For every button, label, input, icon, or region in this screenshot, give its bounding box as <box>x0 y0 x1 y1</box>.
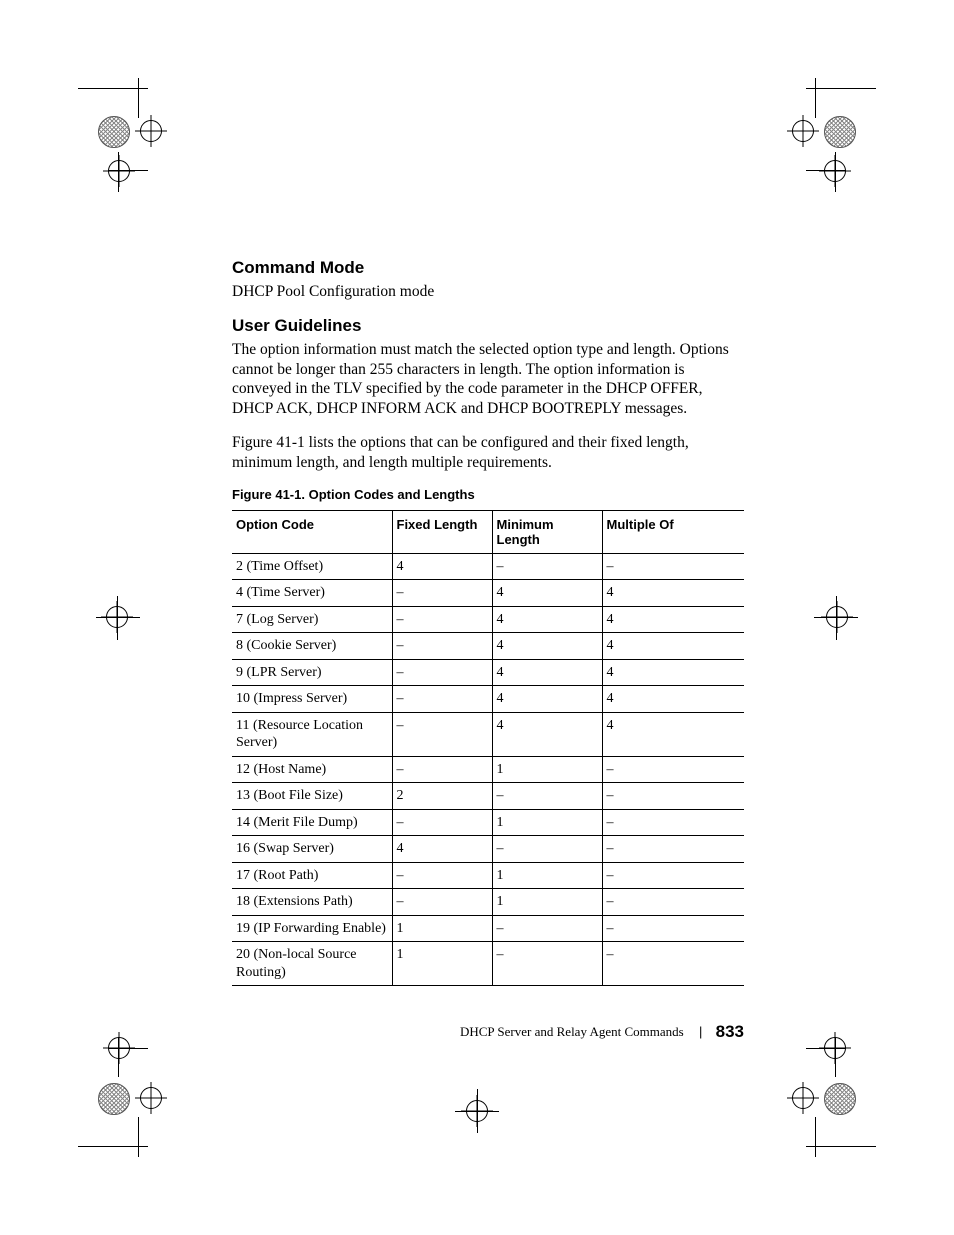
table-cell: 17 (Root Path) <box>232 862 392 889</box>
table-cell: 8 (Cookie Server) <box>232 633 392 660</box>
table-cell: – <box>492 915 602 942</box>
footer-section-title: DHCP Server and Relay Agent Commands <box>460 1024 684 1039</box>
table-cell: 1 <box>492 809 602 836</box>
footer-separator: | <box>699 1024 702 1039</box>
table-cell: 4 <box>492 712 602 756</box>
table-row: 4 (Time Server)–44 <box>232 580 744 607</box>
table-row: 9 (LPR Server)–44 <box>232 659 744 686</box>
table-cell: 14 (Merit File Dump) <box>232 809 392 836</box>
table-cell: 4 <box>602 712 744 756</box>
table-cell: 7 (Log Server) <box>232 606 392 633</box>
table-row: 16 (Swap Server)4–– <box>232 836 744 863</box>
table-cell: 4 <box>492 606 602 633</box>
table-row: 14 (Merit File Dump)–1– <box>232 809 744 836</box>
th-option-code: Option Code <box>232 510 392 553</box>
figure-caption: Figure 41-1. Option Codes and Lengths <box>232 487 744 502</box>
table-cell: 10 (Impress Server) <box>232 686 392 713</box>
page-footer: DHCP Server and Relay Agent Commands | 8… <box>460 1022 744 1042</box>
table-cell: – <box>602 836 744 863</box>
table-cell: – <box>602 862 744 889</box>
table-cell: 2 (Time Offset) <box>232 553 392 580</box>
text-user-guidelines-1: The option information must match the se… <box>232 340 744 419</box>
table-row: 11 (Resource Location Server)–44 <box>232 712 744 756</box>
table-cell: 4 <box>392 553 492 580</box>
table-row: 10 (Impress Server)–44 <box>232 686 744 713</box>
table-row: 20 (Non-local Source Routing)1–– <box>232 942 744 986</box>
table-cell: – <box>392 809 492 836</box>
table-cell: – <box>602 553 744 580</box>
table-cell: – <box>602 809 744 836</box>
table-cell: 9 (LPR Server) <box>232 659 392 686</box>
table-cell: 4 <box>492 686 602 713</box>
text-command-mode: DHCP Pool Configuration mode <box>232 282 744 302</box>
table-cell: – <box>602 915 744 942</box>
table-cell: 1 <box>392 942 492 986</box>
print-mark-mid-right <box>814 600 854 640</box>
table-cell: 1 <box>392 915 492 942</box>
print-mark-bottom-center <box>457 1091 497 1131</box>
table-cell: – <box>492 553 602 580</box>
table-cell: – <box>392 580 492 607</box>
table-cell: – <box>602 756 744 783</box>
table-row: 2 (Time Offset)4–– <box>232 553 744 580</box>
footer-page-number: 833 <box>716 1022 744 1041</box>
table-cell: – <box>602 889 744 916</box>
table-cell: – <box>392 659 492 686</box>
content-area: Command Mode DHCP Pool Configuration mod… <box>232 258 744 986</box>
table-row: 17 (Root Path)–1– <box>232 862 744 889</box>
print-mark-top-left <box>78 78 168 198</box>
table-cell: 4 <box>602 606 744 633</box>
table-cell: 19 (IP Forwarding Enable) <box>232 915 392 942</box>
th-fixed-length: Fixed Length <box>392 510 492 553</box>
table-cell: 16 (Swap Server) <box>232 836 392 863</box>
table-cell: 4 <box>602 686 744 713</box>
print-mark-top-right <box>786 78 876 198</box>
table-cell: 1 <box>492 756 602 783</box>
table-cell: 20 (Non-local Source Routing) <box>232 942 392 986</box>
table-row: 19 (IP Forwarding Enable)1–– <box>232 915 744 942</box>
table-row: 8 (Cookie Server)–44 <box>232 633 744 660</box>
table-cell: – <box>392 686 492 713</box>
table-cell: 2 <box>392 783 492 810</box>
table-cell: – <box>492 836 602 863</box>
table-cell: 18 (Extensions Path) <box>232 889 392 916</box>
heading-command-mode: Command Mode <box>232 258 744 278</box>
table-cell: – <box>602 783 744 810</box>
table-cell: – <box>392 862 492 889</box>
table-cell: 1 <box>492 862 602 889</box>
th-multiple-of: Multiple Of <box>602 510 744 553</box>
table-cell: – <box>492 783 602 810</box>
table-cell: 12 (Host Name) <box>232 756 392 783</box>
table-cell: 4 <box>392 836 492 863</box>
th-minimum-length: Minimum Length <box>492 510 602 553</box>
table-cell: 11 (Resource Location Server) <box>232 712 392 756</box>
table-cell: 4 <box>492 633 602 660</box>
table-cell: 4 <box>492 580 602 607</box>
heading-user-guidelines: User Guidelines <box>232 316 744 336</box>
table-row: 18 (Extensions Path)–1– <box>232 889 744 916</box>
table-cell: – <box>492 942 602 986</box>
table-cell: 4 <box>492 659 602 686</box>
table-row: 13 (Boot File Size)2–– <box>232 783 744 810</box>
option-codes-table: Option Code Fixed Length Minimum Length … <box>232 510 744 987</box>
table-row: 7 (Log Server)–44 <box>232 606 744 633</box>
table-cell: 4 <box>602 633 744 660</box>
text-user-guidelines-2: Figure 41-1 lists the options that can b… <box>232 433 744 473</box>
print-mark-bottom-left <box>78 1037 168 1157</box>
table-cell: – <box>392 606 492 633</box>
print-mark-mid-left <box>100 600 140 640</box>
table-row: 12 (Host Name)–1– <box>232 756 744 783</box>
table-header-row: Option Code Fixed Length Minimum Length … <box>232 510 744 553</box>
table-cell: – <box>392 712 492 756</box>
table-cell: 1 <box>492 889 602 916</box>
table-cell: 13 (Boot File Size) <box>232 783 392 810</box>
table-cell: – <box>392 756 492 783</box>
table-cell: 4 <box>602 580 744 607</box>
table-cell: 4 (Time Server) <box>232 580 392 607</box>
table-cell: – <box>392 633 492 660</box>
table-cell: – <box>392 889 492 916</box>
table-cell: – <box>602 942 744 986</box>
table-cell: 4 <box>602 659 744 686</box>
print-mark-bottom-right <box>786 1037 876 1157</box>
